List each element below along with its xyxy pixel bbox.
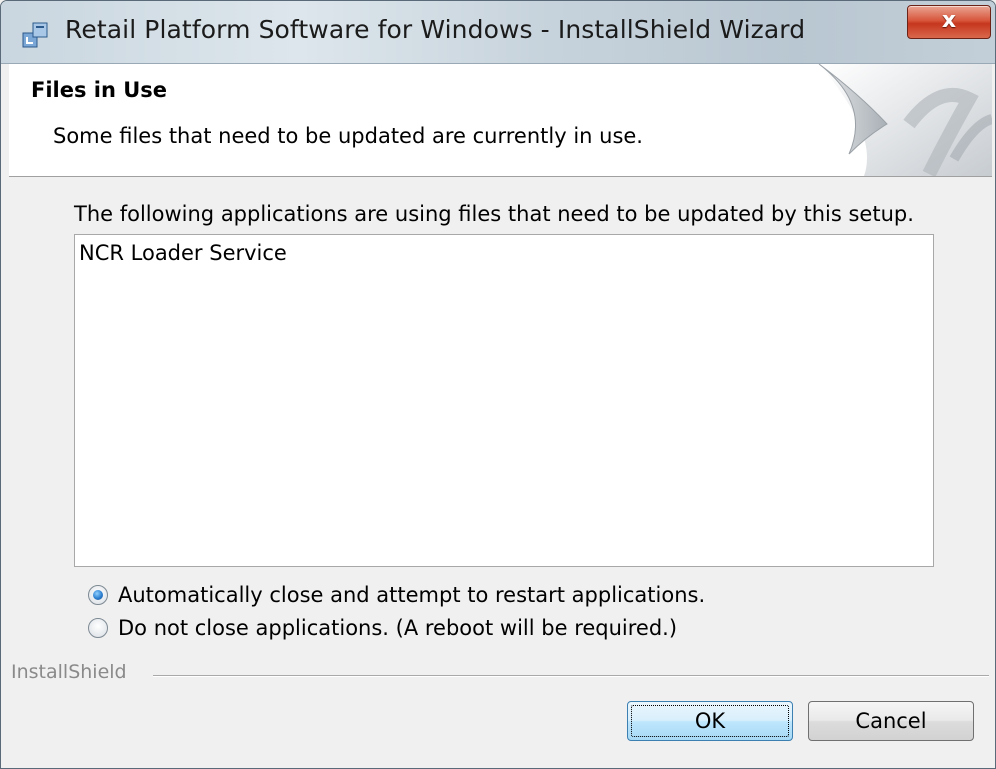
description-text: The following applications are using fil… xyxy=(74,202,914,226)
page-title: Files in Use xyxy=(31,78,168,102)
radio-do-not-close-label[interactable]: Do not close applications. (A reboot wil… xyxy=(118,616,677,640)
radio-auto-close-label[interactable]: Automatically close and attempt to resta… xyxy=(118,583,705,607)
installer-icon xyxy=(21,21,49,49)
ok-button[interactable]: OK xyxy=(627,701,793,741)
cancel-button[interactable]: Cancel xyxy=(808,701,974,741)
brand-label: InstallShield xyxy=(11,661,127,683)
list-item[interactable]: NCR Loader Service xyxy=(79,241,287,265)
page-subtitle: Some files that need to be updated are c… xyxy=(53,124,643,148)
footer-divider xyxy=(153,675,989,677)
window-title: Retail Platform Software for Windows - I… xyxy=(65,15,806,44)
header-banner: Files in Use Some files that need to be … xyxy=(9,64,992,177)
installshield-dialog: Retail Platform Software for Windows - I… xyxy=(0,0,996,769)
title-bar[interactable]: Retail Platform Software for Windows - I… xyxy=(1,1,995,64)
page-curl-icon xyxy=(818,64,992,176)
radio-button[interactable] xyxy=(88,618,108,638)
ok-button-label: OK xyxy=(694,709,726,733)
applications-list[interactable]: NCR Loader Service xyxy=(74,234,934,567)
radio-button-selected[interactable] xyxy=(88,585,108,605)
close-button[interactable]: x xyxy=(907,5,991,39)
close-icon: x xyxy=(941,8,957,33)
